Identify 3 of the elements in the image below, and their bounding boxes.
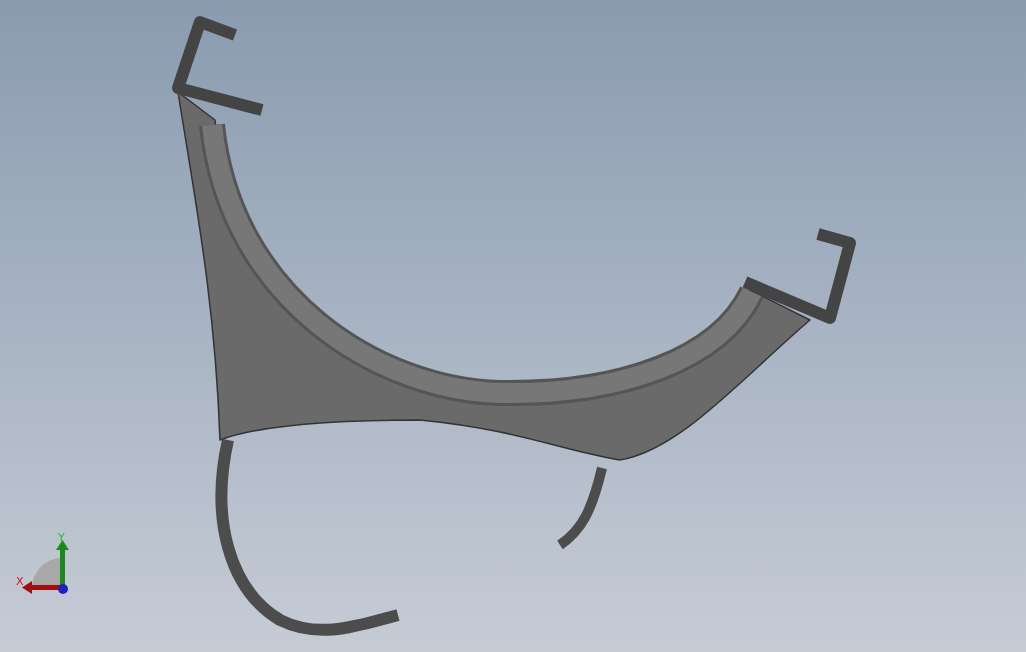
graphics-viewport[interactable]: X Y — [0, 0, 1026, 652]
y-axis-label: Y — [58, 532, 65, 544]
x-axis-label: X — [16, 576, 24, 588]
